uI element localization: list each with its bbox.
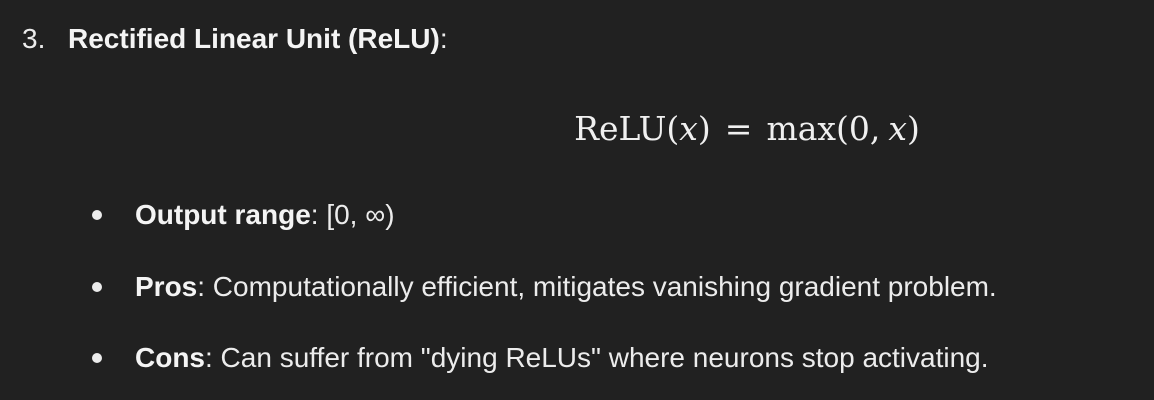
bullet-dot-icon (92, 353, 102, 363)
bullet-item-cons: Cons : Can suffer from "dying ReLUs" whe… (90, 338, 989, 378)
bullet-item-output-range: Output range : [0, ∞) (90, 195, 395, 235)
bullet-label: Pros (135, 271, 198, 302)
bullet-text: [0, ∞) (318, 199, 395, 230)
bullet-separator: : (197, 271, 206, 302)
bullet-separator: : (310, 199, 319, 230)
bullet-list: Output range : [0, ∞) Pros : Computation… (0, 0, 1154, 400)
bullet-label: Cons (135, 342, 205, 373)
bullet-separator: : (205, 342, 213, 373)
bullet-text: Computationally efficient, mitigates van… (205, 271, 997, 302)
bullet-dot-icon (92, 210, 102, 220)
bullet-label: Output range (135, 199, 311, 230)
bullet-text: Can suffer from "dying ReLUs" where neur… (212, 342, 989, 373)
bullet-item-pros: Pros : Computationally efficient, mitiga… (90, 267, 997, 307)
bullet-dot-icon (92, 282, 102, 292)
